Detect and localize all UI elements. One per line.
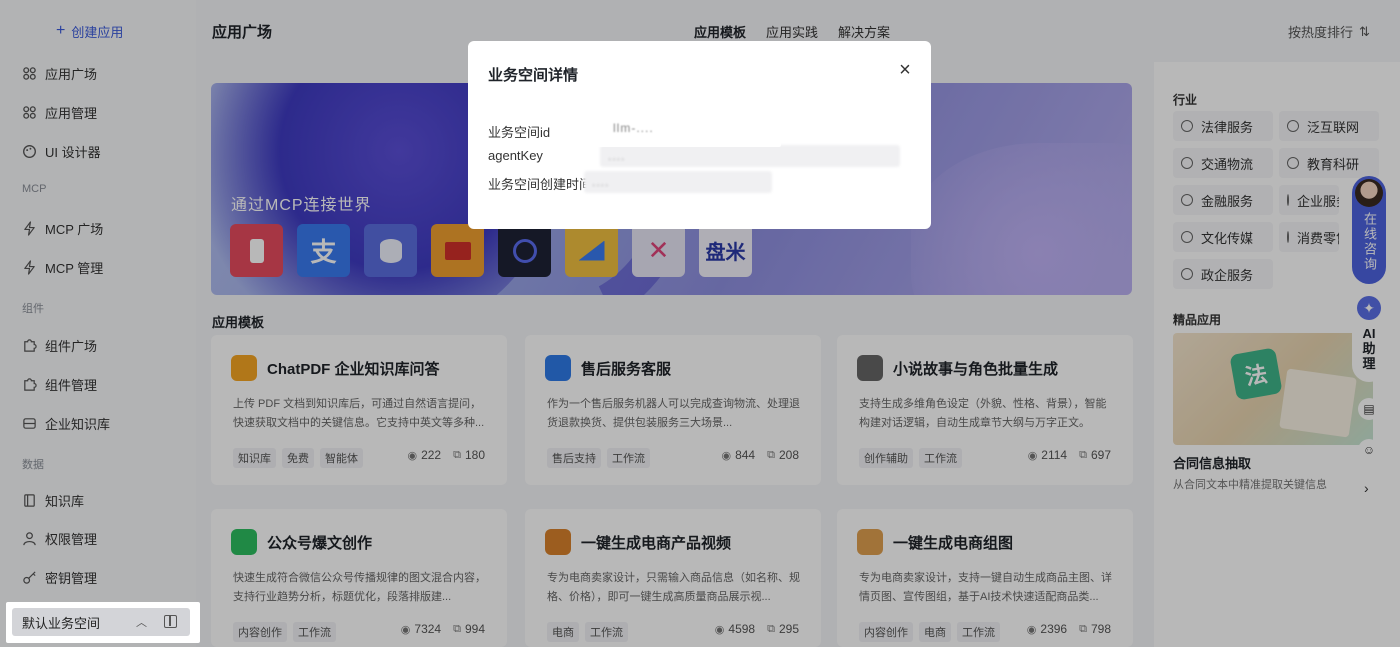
workspace-name: 默认业务空间 xyxy=(22,615,101,631)
workspace-highlight: 默认业务空间 ︿ xyxy=(6,602,200,643)
chevron-up-icon: ︿ xyxy=(136,617,147,629)
created-time-label: 业务空间创建时间 xyxy=(488,177,593,192)
close-icon[interactable]: × xyxy=(896,60,914,80)
agent-key-label: agentKey xyxy=(488,148,543,163)
workspace-selector[interactable]: 默认业务空间 ︿ xyxy=(12,608,190,636)
panel-toggle-icon[interactable] xyxy=(164,615,177,628)
workspace-id-value: llm-.... xyxy=(613,121,654,135)
workspace-id-label: 业务空间id xyxy=(488,125,551,140)
modal-title: 业务空间详情 xyxy=(488,67,579,84)
agent-key-value: .... xyxy=(600,145,900,167)
created-time-value: .... xyxy=(584,171,772,193)
